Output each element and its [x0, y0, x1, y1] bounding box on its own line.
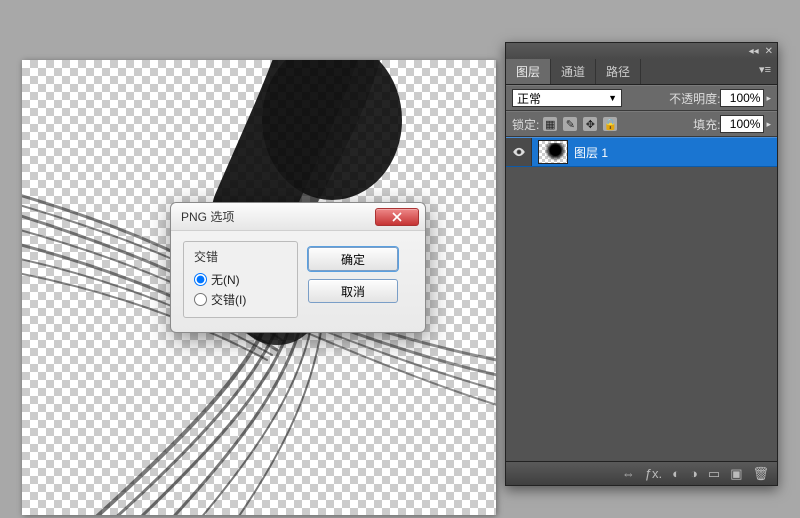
- panel-menu-icon[interactable]: ▾≡: [753, 59, 777, 84]
- visibility-toggle[interactable]: [506, 138, 532, 166]
- blend-mode-select[interactable]: 正常 ▼: [512, 89, 622, 107]
- layer-row[interactable]: 图层 1: [506, 137, 777, 167]
- lock-transparency-icon[interactable]: ▦: [543, 117, 557, 131]
- fill-input[interactable]: 100%: [720, 115, 764, 133]
- interlace-fieldset: 交错 无(N) 交错(I): [183, 241, 298, 318]
- delete-layer-icon[interactable]: 🗑: [752, 466, 769, 482]
- close-icon: [391, 212, 403, 222]
- dialog-title-text: PNG 选项: [181, 208, 234, 225]
- new-layer-icon[interactable]: ▣: [730, 466, 742, 482]
- tab-paths[interactable]: 路径: [596, 59, 641, 84]
- link-layers-icon[interactable]: ⇔: [622, 466, 635, 481]
- radio-interlaced[interactable]: [194, 293, 207, 306]
- lock-label: 锁定:: [512, 116, 539, 133]
- panel-close-icon[interactable]: ✕: [765, 46, 773, 57]
- lock-all-icon[interactable]: 🔒: [603, 117, 617, 131]
- ok-button[interactable]: 确定: [308, 247, 398, 271]
- cancel-button[interactable]: 取消: [308, 279, 398, 303]
- fill-flyout-icon[interactable]: ▸: [766, 119, 771, 130]
- adjustment-layer-icon[interactable]: ◑: [690, 466, 698, 481]
- layer-list[interactable]: 图层 1: [506, 137, 777, 461]
- panel-tabs: 图层 通道 路径 ▾≡: [506, 59, 777, 85]
- fill-label: 填充:: [693, 116, 720, 133]
- opacity-flyout-icon[interactable]: ▸: [766, 93, 771, 104]
- dialog-titlebar[interactable]: PNG 选项: [171, 203, 425, 231]
- dialog-close-button[interactable]: [375, 208, 419, 226]
- radio-none-row[interactable]: 无(N): [194, 269, 287, 289]
- radio-none[interactable]: [194, 273, 207, 286]
- layer-mask-icon[interactable]: ◐: [672, 466, 680, 481]
- opacity-label: 不透明度:: [669, 90, 720, 107]
- panel-topbar[interactable]: ◂◂ ✕: [506, 43, 777, 59]
- lock-paint-icon[interactable]: ✎: [563, 117, 577, 131]
- tab-layers[interactable]: 图层: [506, 59, 551, 84]
- lock-position-icon[interactable]: ✥: [583, 117, 597, 131]
- collapse-icon[interactable]: ◂◂: [749, 46, 759, 57]
- group-icon[interactable]: ▭: [708, 466, 720, 482]
- opacity-input[interactable]: 100%: [720, 89, 764, 107]
- blend-mode-value: 正常: [517, 90, 541, 107]
- panel-footer: ⇔ ƒx. ◐ ◑ ▭ ▣ 🗑: [506, 461, 777, 485]
- layer-style-icon[interactable]: ƒx.: [645, 466, 662, 481]
- layers-panel: ◂◂ ✕ 图层 通道 路径 ▾≡ 正常 ▼ 不透明度: 100% ▸ 锁定: ▦…: [505, 42, 778, 486]
- lock-fill-row: 锁定: ▦ ✎ ✥ 🔒 填充: 100% ▸: [506, 111, 777, 137]
- blend-opacity-row: 正常 ▼ 不透明度: 100% ▸: [506, 85, 777, 111]
- png-options-dialog: PNG 选项 交错 无(N) 交错(I) 确定 取消: [170, 202, 426, 333]
- radio-none-label: 无(N): [211, 271, 240, 288]
- radio-interlaced-row[interactable]: 交错(I): [194, 289, 287, 309]
- layer-thumbnail[interactable]: [538, 140, 568, 164]
- chevron-down-icon: ▼: [608, 93, 617, 103]
- layer-name[interactable]: 图层 1: [574, 144, 608, 161]
- fieldset-legend: 交错: [194, 248, 287, 265]
- eye-icon: [512, 145, 526, 159]
- radio-interlaced-label: 交错(I): [211, 291, 246, 308]
- tab-channels[interactable]: 通道: [551, 59, 596, 84]
